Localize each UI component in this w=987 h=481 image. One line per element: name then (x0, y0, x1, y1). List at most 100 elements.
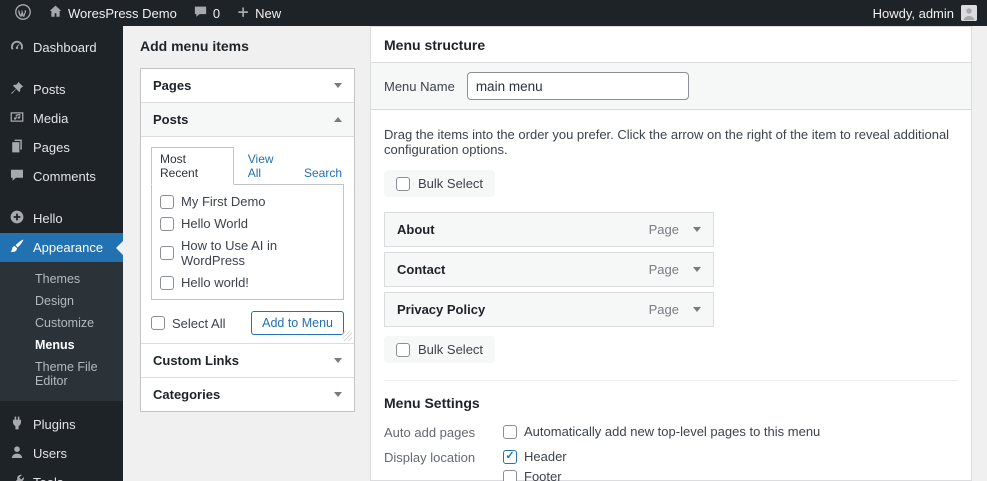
post-checkbox-row[interactable]: How to Use AI in WordPress (160, 238, 335, 268)
submenu-item-menus[interactable]: Menus (0, 334, 123, 356)
accordion-section-custom-links[interactable]: Custom Links (141, 343, 354, 377)
wordpress-logo-menu[interactable] (6, 0, 40, 26)
checkbox[interactable] (160, 275, 174, 290)
add-menu-items-column: Add menu items Pages Posts Most Recent V… (123, 26, 370, 481)
tab-view-all[interactable]: View All (246, 148, 290, 184)
plug-icon (9, 415, 25, 434)
menu-items-list: About Page Contact Page Privacy Policy P… (384, 212, 714, 327)
posts-tabs: Most Recent View All Search (151, 147, 344, 185)
menu-structure-title: Menu structure (384, 37, 486, 53)
add-to-menu-button[interactable]: Add to Menu (251, 311, 344, 335)
site-name: WoresPress Demo (68, 5, 177, 21)
location-footer-checkbox-row[interactable]: Footer (503, 469, 567, 481)
wordpress-logo-icon (14, 3, 32, 24)
checkbox[interactable] (503, 424, 517, 439)
menu-settings-title: Menu Settings (384, 395, 480, 411)
menu-item-privacy-policy[interactable]: Privacy Policy Page (384, 292, 714, 327)
checkbox[interactable] (160, 216, 174, 231)
wrench-icon (9, 473, 25, 481)
sidebar-item-users[interactable]: Users (0, 439, 123, 468)
section-divider (384, 380, 958, 381)
display-location-label: Display location (384, 450, 476, 465)
sidebar-item-pages[interactable]: Pages (0, 133, 123, 162)
chevron-down-icon (334, 358, 342, 363)
current-menu-arrow (116, 240, 123, 255)
checkbox[interactable] (151, 316, 165, 330)
checkbox[interactable] (396, 176, 410, 191)
pages-icon (9, 138, 25, 157)
menu-name-row: Menu Name (371, 62, 971, 110)
menu-item-contact[interactable]: Contact Page (384, 252, 714, 287)
chevron-down-icon (334, 83, 342, 88)
add-menu-items-title: Add menu items (140, 38, 249, 54)
sidebar-item-plugins[interactable]: Plugins (0, 410, 123, 439)
sidebar-item-hello[interactable]: Hello (0, 204, 123, 233)
submenu-item-customize[interactable]: Customize (0, 312, 123, 334)
paintbrush-icon (9, 238, 25, 257)
dashboard-icon (9, 38, 25, 57)
site-name-link[interactable]: WoresPress Demo (40, 0, 185, 26)
appearance-submenu: Themes Design Customize Menus Theme File… (0, 262, 123, 401)
post-checkbox-row[interactable]: My First Demo (160, 194, 335, 209)
location-header-checkbox-row[interactable]: Header (503, 449, 567, 464)
content-area: Add menu items Pages Posts Most Recent V… (123, 26, 987, 481)
post-checkbox-row[interactable]: Hello World (160, 216, 335, 231)
comment-bubble-icon (9, 167, 25, 186)
accordion-section-posts[interactable]: Posts (141, 102, 354, 136)
plus-icon (236, 5, 250, 22)
chevron-up-icon (334, 117, 342, 122)
submenu-item-themes[interactable]: Themes (0, 268, 123, 290)
circle-plus-icon (9, 209, 25, 228)
accordion-section-pages[interactable]: Pages (141, 69, 354, 102)
auto-add-pages-label: Auto add pages (384, 425, 476, 440)
menu-name-label: Menu Name (384, 78, 455, 94)
comments-count: 0 (212, 5, 221, 21)
auto-add-pages-row: Auto add pages Automatically add new top… (384, 424, 958, 440)
sidebar-item-comments[interactable]: Comments (0, 162, 123, 191)
checkbox[interactable] (503, 469, 517, 481)
chevron-down-icon[interactable] (693, 227, 701, 232)
checkbox[interactable] (160, 194, 174, 209)
display-location-row: Display location Header Footer (384, 449, 958, 481)
menu-structure-card: Menu structure Menu Name Drag the items … (370, 26, 972, 481)
checkbox-checked[interactable] (503, 449, 517, 464)
post-checkbox-row[interactable]: Hello world! (160, 275, 335, 290)
howdy-text[interactable]: Howdy, admin (873, 6, 954, 21)
menu-name-input[interactable] (466, 72, 689, 100)
resize-grip[interactable] (342, 331, 352, 341)
sidebar-item-dashboard[interactable]: Dashboard (0, 33, 123, 62)
bulk-select-top[interactable]: Bulk Select (384, 170, 496, 197)
media-icon (9, 109, 25, 128)
tab-most-recent[interactable]: Most Recent (151, 147, 234, 185)
bulk-select-bottom[interactable]: Bulk Select (384, 336, 496, 363)
avatar[interactable] (961, 5, 977, 21)
menu-items-accordion: Pages Posts Most Recent View All Search (140, 68, 355, 412)
sidebar-item-media[interactable]: Media (0, 104, 123, 133)
posts-checklist: My First Demo Hello World How to Use AI … (151, 184, 344, 300)
submenu-item-theme-file-editor[interactable]: Theme File Editor (0, 356, 123, 392)
admin-bar: WoresPress Demo 0 New Howdy, admin (0, 0, 987, 26)
chevron-down-icon[interactable] (693, 267, 701, 272)
auto-add-checkbox-row[interactable]: Automatically add new top-level pages to… (503, 424, 820, 439)
tab-search[interactable]: Search (302, 162, 344, 184)
new-content-menu[interactable]: New (228, 0, 289, 26)
admin-sidebar: Dashboard Posts Media Pages Comments Hel… (0, 26, 123, 481)
pushpin-icon (9, 80, 25, 99)
home-icon (48, 4, 63, 22)
menu-item-about[interactable]: About Page (384, 212, 714, 247)
checkbox[interactable] (396, 342, 410, 357)
user-icon (9, 444, 25, 463)
drag-instructions: Drag the items into the order you prefer… (384, 127, 950, 157)
submenu-item-design[interactable]: Design (0, 290, 123, 312)
sidebar-item-posts[interactable]: Posts (0, 75, 123, 104)
comments-badge[interactable]: 0 (185, 0, 228, 26)
chevron-down-icon (334, 392, 342, 397)
select-all-checkbox-row[interactable]: Select All (151, 316, 225, 331)
posts-panel: Most Recent View All Search My First Dem… (141, 136, 354, 343)
comment-bubble-icon (193, 4, 208, 22)
checkbox[interactable] (160, 246, 174, 260)
sidebar-item-tools[interactable]: Tools (0, 468, 123, 481)
chevron-down-icon[interactable] (693, 307, 701, 312)
sidebar-item-appearance[interactable]: Appearance (0, 233, 123, 262)
accordion-section-categories[interactable]: Categories (141, 377, 354, 411)
